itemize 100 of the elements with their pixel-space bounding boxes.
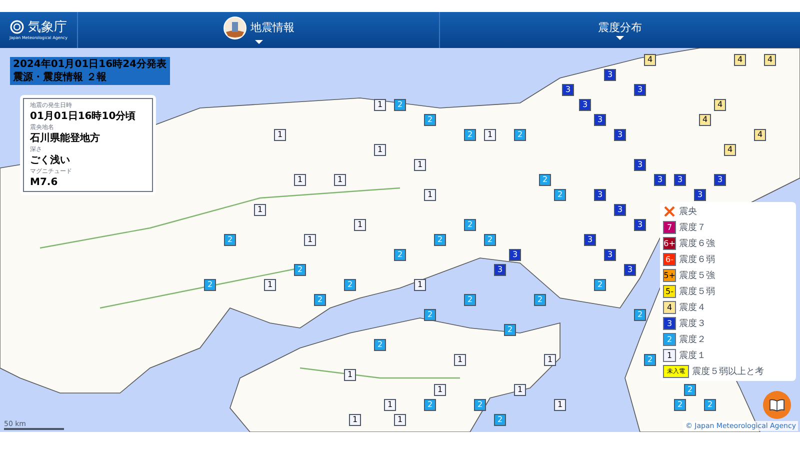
- intensity-chip: 5+: [663, 269, 676, 282]
- legend-label: 震度１: [679, 350, 706, 362]
- intensity-marker: 2: [394, 249, 406, 261]
- intensity-marker: 2: [644, 354, 656, 366]
- intensity-marker: 3: [594, 189, 606, 201]
- intensity-marker: 3: [634, 219, 646, 231]
- intensity-marker: 3: [604, 69, 616, 81]
- legend-label: 震度４: [679, 302, 706, 314]
- intensity-marker: 4: [714, 99, 726, 111]
- intensity-marker: 2: [424, 399, 436, 411]
- intensity-marker: 3: [614, 204, 626, 216]
- intensity-marker: 2: [684, 384, 696, 396]
- intensity-marker: 1: [554, 399, 566, 411]
- intensity-marker: 1: [304, 234, 316, 246]
- intensity-marker: 1: [254, 204, 266, 216]
- intensity-marker: 1: [294, 174, 306, 186]
- info-value: ごく浅い: [30, 154, 71, 167]
- intensity-marker: 1: [424, 189, 436, 201]
- intensity-marker: 3: [654, 174, 666, 186]
- building-icon: [222, 16, 246, 40]
- intensity-marker: 4: [734, 54, 746, 66]
- caret-icon: [616, 36, 624, 40]
- caret-icon: [254, 40, 262, 44]
- logo-text: 気象庁: [28, 20, 67, 34]
- intensity-marker: 1: [414, 279, 426, 291]
- intensity-marker: 1: [334, 174, 346, 186]
- intensity-marker: 1: [484, 129, 496, 141]
- intensity-marker: 2: [554, 189, 566, 201]
- legend-label: 震度３: [679, 318, 706, 330]
- intensity-marker: 3: [674, 174, 686, 186]
- intensity-marker: 2: [704, 399, 716, 411]
- intensity-marker: 2: [674, 399, 686, 411]
- intensity-marker: 3: [624, 264, 636, 276]
- book-icon: [769, 398, 785, 412]
- info-value: M7.6: [30, 176, 59, 189]
- intensity-marker: 2: [464, 294, 476, 306]
- issued-time: 2024年01月01日16時24分発表: [13, 58, 166, 71]
- intensity-chip: 7: [663, 221, 676, 234]
- intensity-marker: 2: [474, 399, 486, 411]
- intensity-marker: 1: [274, 129, 286, 141]
- intensity-marker: 3: [594, 114, 606, 126]
- intensity-chip: 3: [663, 317, 676, 330]
- intensity-marker: 3: [494, 264, 506, 276]
- legend-label: 震度２: [679, 334, 706, 346]
- intensity-marker: 1: [344, 369, 356, 381]
- legend-label: 震度７: [679, 222, 706, 234]
- intensity-marker: 3: [714, 174, 726, 186]
- intensity-marker: 4: [764, 54, 776, 66]
- cross-icon: [663, 205, 676, 218]
- intensity-marker: 2: [394, 99, 406, 111]
- intensity-marker: 1: [349, 414, 361, 426]
- intensity-marker: 2: [424, 114, 436, 126]
- agency-logo-icon: [10, 20, 24, 34]
- intensity-marker: 2: [534, 294, 546, 306]
- legend-label: 震度５弱以上と考: [692, 366, 764, 378]
- intensity-marker: 3: [584, 234, 596, 246]
- intensity-marker: 1: [514, 384, 526, 396]
- intensity-marker: 2: [424, 309, 436, 321]
- intensity-marker: 2: [594, 279, 606, 291]
- intensity-marker: 3: [579, 99, 591, 111]
- intensity-marker: 3: [634, 84, 646, 96]
- intensity-marker: 2: [314, 294, 326, 306]
- intensity-marker: 2: [464, 129, 476, 141]
- intensity-marker: 2: [504, 324, 516, 336]
- intensity-chip: 6-: [663, 253, 676, 266]
- scale-bar: [4, 428, 64, 430]
- intensity-marker: 1: [454, 354, 466, 366]
- intensity-chip: 5-: [663, 285, 676, 298]
- legend-label: 震度５弱: [679, 286, 715, 298]
- report-title: 震源・震度情報 ２報: [13, 71, 108, 84]
- intensity-marker: 3: [694, 189, 706, 201]
- intensity-marker: 4: [754, 129, 766, 141]
- intensity-marker: 1: [264, 279, 276, 291]
- intensity-marker: 3: [614, 129, 626, 141]
- intensity-marker: 2: [634, 309, 646, 321]
- intensity-marker: 3: [604, 249, 616, 261]
- intensity-marker: 2: [484, 234, 496, 246]
- legend-label: 震度６強: [679, 238, 715, 250]
- intensity-marker: 3: [562, 84, 574, 96]
- intensity-marker: 1: [434, 384, 446, 396]
- intensity-chip: 2: [663, 333, 676, 346]
- menu-tab[interactable]: 震度分布: [440, 12, 800, 48]
- intensity-marker: 2: [344, 279, 356, 291]
- legend-label: 震度５強: [679, 270, 715, 282]
- intensity-marker: 1: [374, 144, 386, 156]
- intensity-chip: 6+: [663, 237, 676, 250]
- intensity-marker: 2: [464, 219, 476, 231]
- intensity-chip: 4: [663, 301, 676, 314]
- intensity-marker: 1: [394, 414, 406, 426]
- intensity-marker: 3: [634, 159, 646, 171]
- intensity-marker: 1: [384, 399, 396, 411]
- intensity-marker: 2: [374, 339, 386, 351]
- info-value: 01月01日16時10分頃: [30, 110, 137, 123]
- legend-label: 震度６弱: [679, 254, 715, 266]
- intensity-marker: 2: [539, 174, 551, 186]
- intensity-marker: 4: [699, 114, 711, 126]
- intensity-marker: 1: [374, 99, 386, 111]
- legend-label: 震央: [679, 206, 697, 218]
- intensity-marker: 2: [494, 414, 506, 426]
- intensity-chip: 1: [663, 349, 676, 362]
